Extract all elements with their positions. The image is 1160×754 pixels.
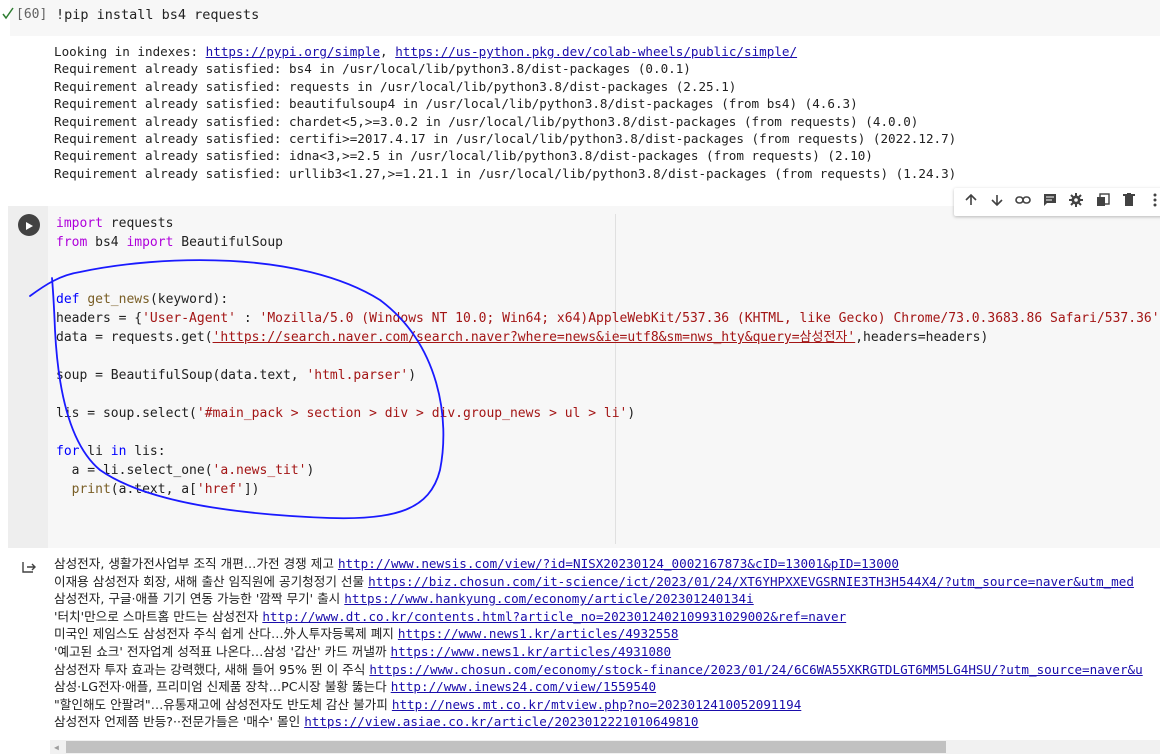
- output-link[interactable]: https://www.news1.kr/articles/4931080: [391, 644, 672, 659]
- output-line: 삼성전자 언제쯤 반등?··전문가들은 '매수' 몰인 https://view…: [54, 714, 699, 730]
- scroll-left-icon[interactable]: ◀: [54, 743, 59, 752]
- arrow-up-icon: [964, 193, 978, 211]
- output-line: '터치'만으로 스마트홈 만드는 삼성전자 http://www.dt.co.k…: [54, 608, 847, 624]
- add-comment-button[interactable]: [1039, 191, 1060, 213]
- output-line: Requirement already satisfied: certifi>=…: [54, 131, 957, 147]
- copy-link-button[interactable]: [1013, 191, 1034, 213]
- move-down-button[interactable]: [986, 191, 1007, 213]
- code-line: print(a.text, a['href']): [56, 482, 260, 497]
- output-line: Requirement already satisfied: bs4 in /u…: [54, 61, 691, 77]
- move-up-button[interactable]: [960, 191, 981, 213]
- output-actions-icon[interactable]: [22, 560, 36, 578]
- output-link[interactable]: http://news.mt.co.kr/mtview.php?no=20230…: [392, 697, 801, 712]
- execution-count: [60]: [16, 7, 48, 22]
- trash-icon: [1122, 193, 1135, 211]
- output-link[interactable]: https://www.hankyung.com/economy/article…: [344, 591, 753, 606]
- settings-button[interactable]: [1066, 191, 1087, 213]
- link-icon: [1015, 193, 1032, 211]
- output-line: Requirement already satisfied: idna<3,>=…: [54, 148, 873, 164]
- output-line: Requirement already satisfied: chardet<5…: [54, 113, 919, 129]
- output-link[interactable]: https://us-python.pkg.dev/colab-wheels/p…: [395, 44, 797, 59]
- more-actions-button[interactable]: [1145, 191, 1160, 213]
- output-link[interactable]: https://view.asiae.co.kr/article/2023012…: [304, 714, 698, 729]
- code-line: lis = soup.select('#main_pack > section …: [56, 406, 636, 421]
- run-cell-button[interactable]: [18, 214, 40, 236]
- comment-icon: [1043, 193, 1057, 211]
- output-line: 삼성·LG전자·애플, 프리미엄 신제품 장착…PC시장 불황 뚫는다 http…: [54, 679, 657, 695]
- mirror-icon: [1096, 193, 1110, 211]
- output-line: "할인해도 안팔려"…유통재고에 삼성전자도 반도체 감산 불가피 http:/…: [54, 696, 802, 712]
- code-line: headers = {'User-Agent' : 'Mozilla/5.0 (…: [56, 311, 1160, 326]
- output-line: 삼성전자, 구글·애플 기기 연동 가능한 '깜짝 무기' 출시 https:/…: [54, 591, 754, 607]
- cell-code[interactable]: !pip install bs4 requests: [56, 7, 259, 23]
- output-link[interactable]: https://www.news1.kr/articles/4932558: [398, 626, 679, 641]
- code-line: soup = BeautifulSoup(data.text, 'html.pa…: [56, 368, 417, 383]
- output-line: 삼성전자 투자 효과는 강력했다, 새해 들어 95% 뛴 이 주식 https…: [54, 661, 1143, 677]
- cell-pip-install: [60] !pip install bs4 requests Looking i…: [0, 0, 1160, 190]
- output-link[interactable]: https://pypi.org/simple: [206, 44, 380, 59]
- output-line: Requirement already satisfied: urllib3<1…: [54, 165, 957, 181]
- output-link[interactable]: https://www.chosun.com/economy/stock-fin…: [369, 662, 1142, 677]
- code-line: from bs4 import BeautifulSoup: [56, 235, 283, 250]
- gear-icon: [1069, 193, 1084, 211]
- arrow-down-icon: [990, 193, 1004, 211]
- output-line: Looking in indexes: https://pypi.org/sim…: [54, 44, 798, 59]
- cell-toolbar: [954, 188, 1160, 216]
- scrollbar-thumb[interactable]: [66, 741, 946, 753]
- cell-output: 삼성전자, 생활가전사업부 조직 개편…가전 경쟁 제고 http://www.…: [54, 555, 1143, 731]
- output-line: 이재용 삼성전자 회장, 새해 출산 임직원에 공기청정기 선물 https:/…: [54, 573, 1134, 589]
- output-link[interactable]: http://www.dt.co.kr/contents.html?articl…: [262, 609, 846, 624]
- cell-code[interactable]: import requests from bs4 import Beautiful…: [56, 214, 1160, 499]
- output-line: 삼성전자, 생활가전사업부 조직 개편…가전 경쟁 제고 http://www.…: [54, 556, 900, 571]
- play-icon: [24, 216, 34, 235]
- output-link[interactable]: http://www.inews24.com/view/1559540: [391, 679, 656, 694]
- code-line: a = li.select_one('a.news_tit'): [56, 463, 315, 478]
- output-line: Requirement already satisfied: beautiful…: [54, 96, 858, 112]
- code-line: import requests: [56, 216, 174, 231]
- check-icon: [2, 6, 14, 26]
- output-line: Requirement already satisfied: requests …: [54, 78, 737, 94]
- delete-cell-button[interactable]: [1118, 191, 1139, 213]
- code-line: def get_news(keyword):: [56, 292, 229, 307]
- cell-gutter: [8, 206, 48, 548]
- cell-output: Looking in indexes: https://pypi.org/sim…: [54, 43, 956, 182]
- output-line: '예고된 쇼크' 전자업계 성적표 나온다…삼성 '갑산' 카드 꺼낼까 htt…: [54, 643, 672, 659]
- mirror-cell-button[interactable]: [1092, 191, 1113, 213]
- output-line: 미국인 제임스도 삼성전자 주식 쉽게 산다…外人투자등록제 폐지 https:…: [54, 626, 679, 642]
- code-line: for li in lis:: [56, 444, 166, 459]
- output-link[interactable]: https://biz.chosun.com/it-science/ict/20…: [368, 574, 1134, 589]
- more-icon: [1152, 193, 1158, 211]
- code-line: data = requests.get('https://search.nave…: [56, 330, 989, 345]
- output-link[interactable]: http://www.newsis.com/view/?id=NISX20230…: [338, 556, 899, 571]
